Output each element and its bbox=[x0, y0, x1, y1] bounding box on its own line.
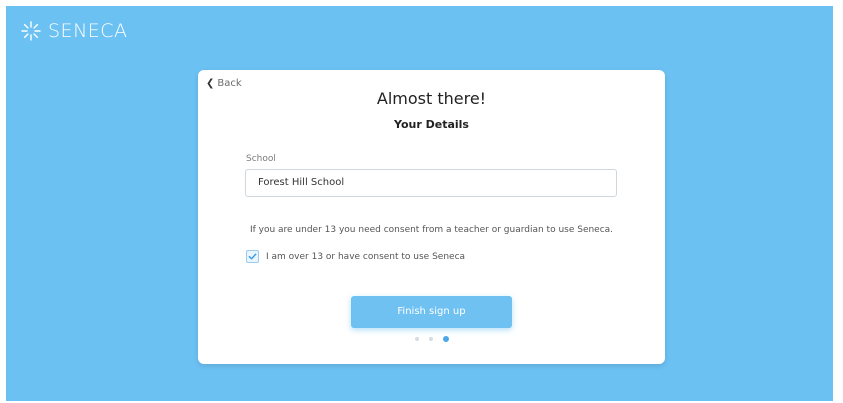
brand-logo[interactable]: SENECA bbox=[20, 20, 128, 42]
progress-dots bbox=[198, 336, 665, 342]
progress-dot-3-active bbox=[442, 336, 449, 342]
consent-notice: If you are under 13 you need consent fro… bbox=[249, 225, 614, 235]
brand-name: SENECA bbox=[48, 20, 128, 42]
back-label: Back bbox=[217, 78, 242, 89]
finish-signup-button[interactable]: Finish sign up bbox=[351, 296, 512, 328]
consent-checkbox[interactable] bbox=[246, 250, 259, 263]
section-subtitle: Your Details bbox=[394, 118, 469, 131]
back-link[interactable]: ❮ Back bbox=[206, 78, 242, 89]
school-input[interactable]: Forest Hill School bbox=[245, 169, 617, 197]
page-title: Almost there! bbox=[376, 89, 487, 108]
progress-dot-1 bbox=[414, 337, 419, 341]
seneca-starburst-icon bbox=[20, 20, 42, 42]
consent-checkbox-label: I am over 13 or have consent to use Sene… bbox=[266, 251, 466, 262]
school-label: School bbox=[246, 154, 276, 164]
chevron-left-icon: ❮ bbox=[206, 78, 215, 89]
progress-dot-2 bbox=[428, 337, 433, 341]
checkmark-icon bbox=[248, 253, 257, 260]
signup-card: ❮ Back Almost there! Your Details School… bbox=[198, 70, 665, 364]
consent-checkbox-row[interactable]: I am over 13 or have consent to use Sene… bbox=[246, 250, 465, 263]
